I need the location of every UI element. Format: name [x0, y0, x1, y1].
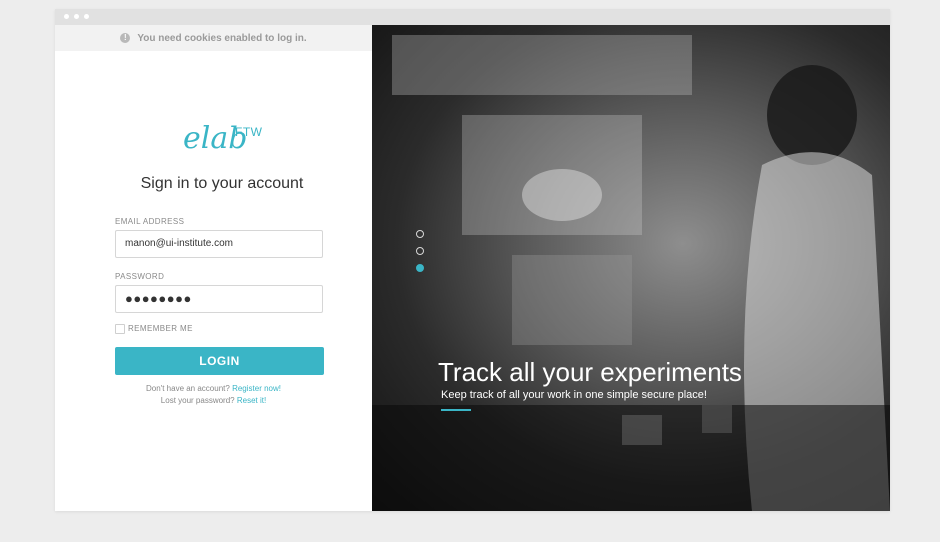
email-field[interactable]: manon@ui-institute.com — [115, 230, 323, 258]
slide-subtitle: Keep track of all your work in one simpl… — [441, 389, 707, 401]
info-icon: ! — [120, 33, 131, 43]
slide-title: Track all your experiments — [438, 357, 742, 387]
carousel-dot[interactable] — [416, 247, 424, 255]
reset-prompt: Lost your password? — [160, 396, 235, 405]
window-titlebar — [55, 9, 890, 25]
remember-me-label: REMEMBER ME — [128, 324, 193, 333]
window-dot-icon — [64, 14, 69, 19]
carousel-dot[interactable] — [416, 230, 424, 238]
register-prompt: Don't have an account? — [146, 384, 230, 393]
window-dot-icon — [74, 14, 79, 19]
cookie-notice-text: You need cookies enabled to log in. — [137, 32, 307, 44]
lab-background-image — [372, 35, 890, 511]
logo-superscript: FTW — [235, 125, 263, 139]
password-field[interactable]: ●●●●●●●● — [115, 285, 323, 313]
login-button[interactable]: LOGIN — [115, 347, 324, 375]
carousel-dot-active[interactable] — [416, 264, 424, 272]
register-link[interactable]: Register now! — [232, 384, 281, 393]
reset-link[interactable]: Reset it! — [237, 396, 266, 405]
reset-line: Lost your password? Reset it! — [55, 396, 372, 405]
password-label: PASSWORD — [115, 272, 165, 281]
remember-me-checkbox[interactable] — [115, 324, 125, 334]
slide-underline — [441, 409, 471, 411]
register-line: Don't have an account? Register now! — [55, 384, 372, 393]
cookie-notice: ! You need cookies enabled to log in. — [55, 25, 372, 51]
page-title: Sign in to your account — [140, 175, 304, 192]
browser-window: ! You need cookies enabled to log in. el… — [55, 9, 890, 511]
email-label: EMAIL ADDRESS — [115, 217, 185, 226]
window-dot-icon — [84, 14, 89, 19]
hero-panel: Track all your experiments Keep track of… — [372, 25, 890, 511]
login-panel: ! You need cookies enabled to log in. el… — [55, 25, 372, 511]
